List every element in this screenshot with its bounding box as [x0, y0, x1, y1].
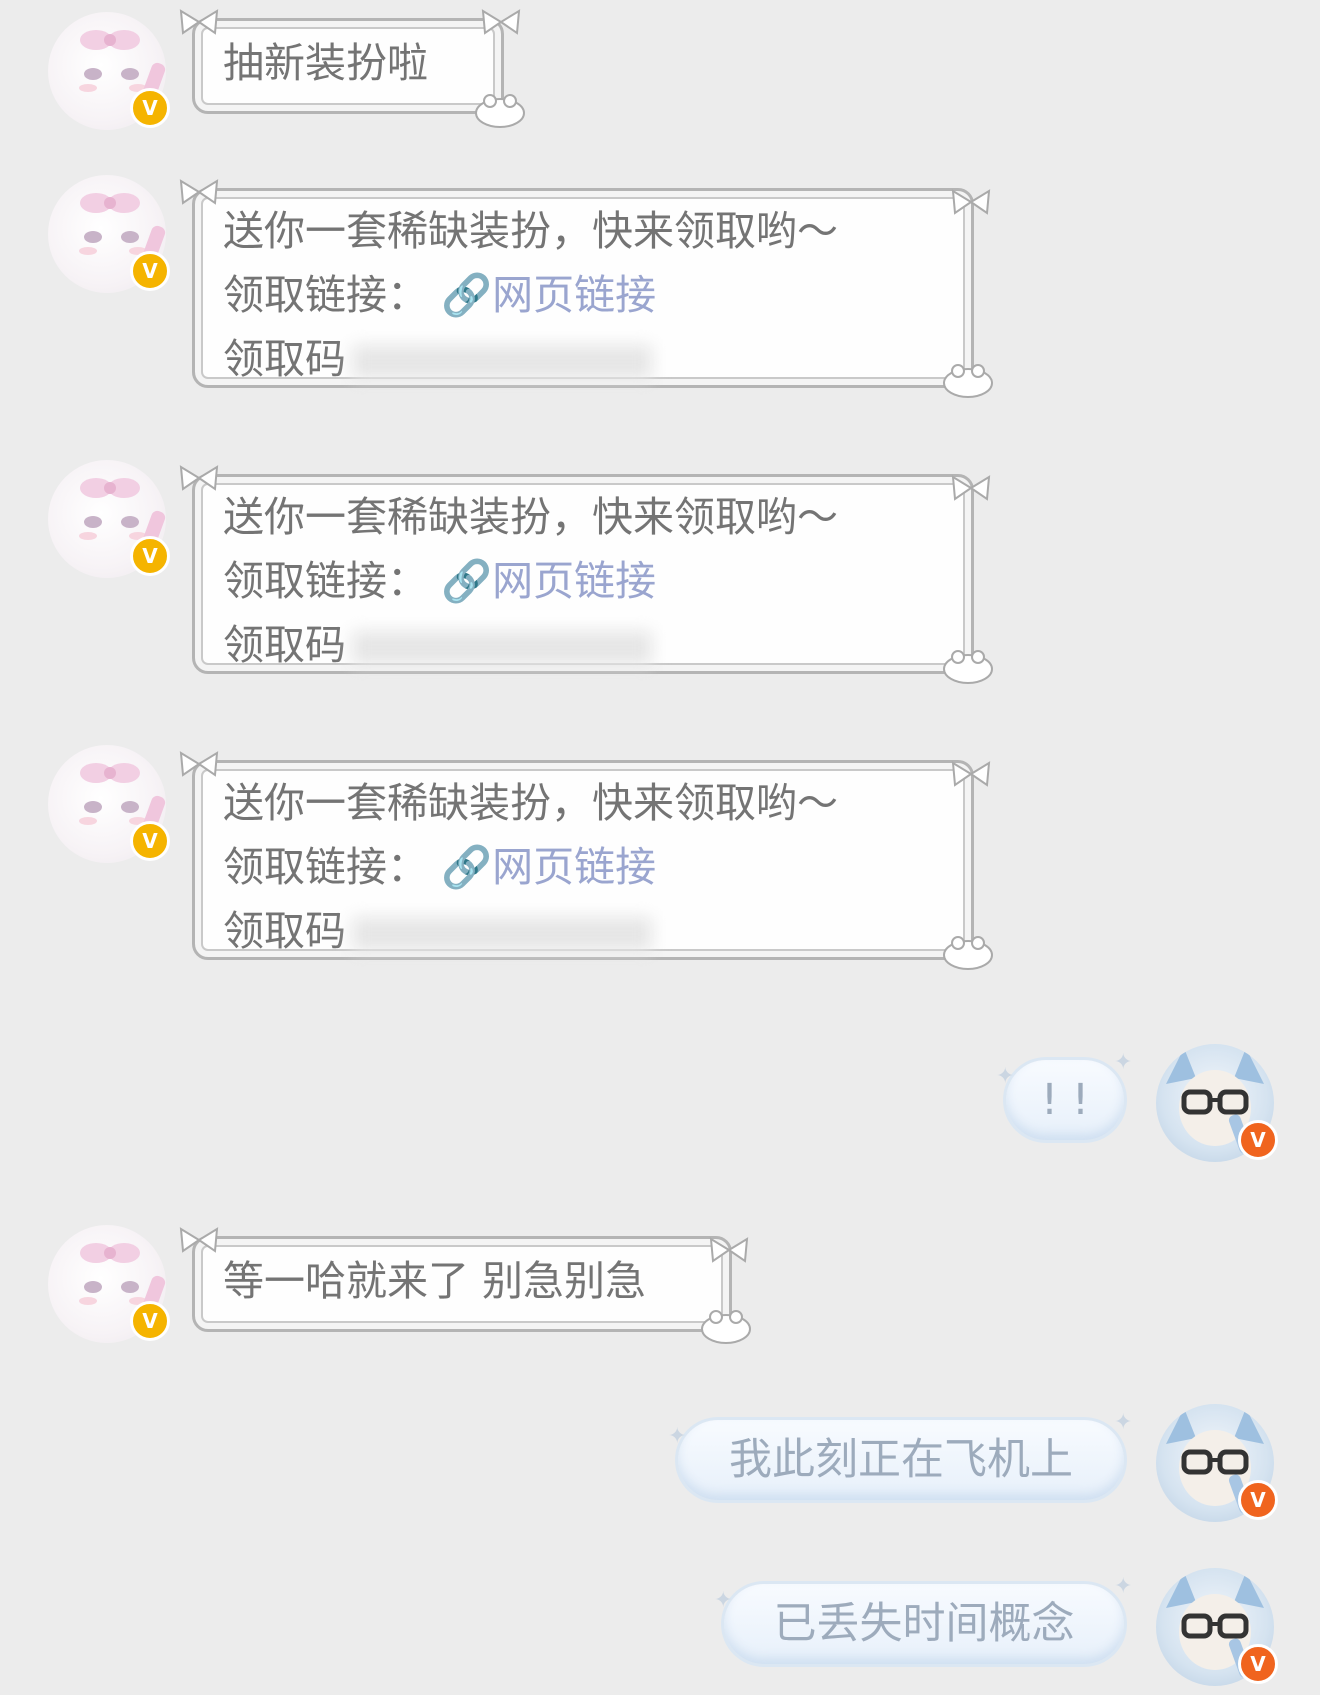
- web-link[interactable]: 🔗网页链接: [441, 557, 656, 605]
- link-icon: 🔗: [441, 271, 493, 319]
- message-text: 等一哈就来了 别急别急: [223, 1257, 647, 1305]
- verified-badge-icon: V: [1238, 1480, 1278, 1520]
- message-bubble[interactable]: 送你一套稀缺装扮，快来领取哟～ 领取链接： 🔗网页链接 领取码: [179, 465, 993, 684]
- message-text: 领取链接： 🔗网页链接: [223, 835, 933, 899]
- message-bubble[interactable]: 送你一套稀缺装扮，快来领取哟～ 领取链接： 🔗网页链接 领取码: [179, 179, 993, 398]
- verified-badge-icon: V: [130, 88, 170, 128]
- web-link[interactable]: 🔗网页链接: [441, 843, 656, 891]
- link-label: 网页链接: [492, 843, 657, 891]
- verified-badge-icon: V: [130, 251, 170, 291]
- web-link[interactable]: 🔗网页链接: [441, 271, 656, 319]
- sparkle-icon: ✦: [1114, 1574, 1133, 1599]
- message-text: 我此刻正在飞机上: [729, 1435, 1073, 1485]
- bow-decoration-icon: [481, 9, 521, 35]
- contact-avatar[interactable]: V: [48, 1225, 170, 1343]
- contact-avatar[interactable]: V: [48, 745, 170, 863]
- frog-decoration-icon: [943, 936, 993, 970]
- self-avatar[interactable]: V: [1156, 1404, 1278, 1522]
- verified-badge-icon: V: [1238, 1120, 1278, 1160]
- bow-decoration-icon: [709, 1237, 749, 1263]
- sparkle-icon: ✦: [668, 1424, 687, 1449]
- verified-badge-icon: V: [130, 821, 170, 861]
- message-bubble[interactable]: 已丢失时间概念: [724, 1584, 1124, 1664]
- bow-decoration-icon: [179, 465, 219, 491]
- message-bubble[interactable]: 送你一套稀缺装扮，快来领取哟～ 领取链接： 🔗网页链接 领取码: [179, 751, 993, 970]
- bow-decoration-icon: [179, 1227, 219, 1253]
- self-avatar[interactable]: V: [1156, 1044, 1278, 1162]
- code-prefix: 领取码: [223, 621, 346, 669]
- bow-decoration-icon: [951, 189, 991, 215]
- sparkle-icon: ✦: [996, 1064, 1015, 1089]
- message-text: 领取码: [223, 327, 933, 391]
- link-label: 网页链接: [492, 271, 657, 319]
- contact-avatar[interactable]: V: [48, 12, 170, 130]
- link-icon: 🔗: [441, 557, 493, 605]
- bow-decoration-icon: [179, 9, 219, 35]
- redacted-code: [352, 631, 652, 665]
- code-prefix: 领取码: [223, 335, 346, 383]
- sparkle-icon: ✦: [714, 1588, 733, 1613]
- message-text: 送你一套稀缺装扮，快来领取哟～: [223, 207, 838, 255]
- bow-decoration-icon: [951, 475, 991, 501]
- link-prefix: 领取链接：: [223, 271, 428, 319]
- link-label: 网页链接: [492, 557, 657, 605]
- bow-decoration-icon: [179, 179, 219, 205]
- verified-badge-icon: V: [130, 1301, 170, 1341]
- sparkle-icon: ✦: [1114, 1050, 1133, 1075]
- message-bubble[interactable]: 我此刻正在飞机上: [678, 1420, 1124, 1500]
- redacted-code: [352, 917, 652, 951]
- message-text: ! !: [1040, 1075, 1090, 1125]
- frog-decoration-icon: [701, 1310, 751, 1344]
- self-avatar[interactable]: V: [1156, 1568, 1278, 1686]
- link-prefix: 领取链接：: [223, 557, 428, 605]
- message-text: 领取码: [223, 613, 933, 677]
- sparkle-icon: ✦: [1114, 1410, 1133, 1435]
- link-icon: 🔗: [441, 843, 493, 891]
- frog-decoration-icon: [475, 94, 525, 128]
- message-text: 抽新装扮啦: [223, 39, 428, 87]
- frog-decoration-icon: [943, 650, 993, 684]
- message-bubble[interactable]: 抽新装扮啦: [179, 9, 525, 128]
- contact-avatar[interactable]: V: [48, 460, 170, 578]
- message-text: 送你一套稀缺装扮，快来领取哟～: [223, 493, 838, 541]
- message-text: 送你一套稀缺装扮，快来领取哟～: [223, 779, 838, 827]
- bow-decoration-icon: [179, 751, 219, 777]
- redacted-code: [352, 345, 652, 379]
- message-text: 领取码: [223, 899, 933, 963]
- message-bubble[interactable]: 等一哈就来了 别急别急: [179, 1227, 751, 1344]
- verified-badge-icon: V: [1238, 1644, 1278, 1684]
- message-text: 领取链接： 🔗网页链接: [223, 263, 933, 327]
- code-prefix: 领取码: [223, 907, 346, 955]
- message-text: 领取链接： 🔗网页链接: [223, 549, 933, 613]
- frog-decoration-icon: [943, 364, 993, 398]
- contact-avatar[interactable]: V: [48, 175, 170, 293]
- verified-badge-icon: V: [130, 536, 170, 576]
- bow-decoration-icon: [951, 761, 991, 787]
- message-bubble[interactable]: ! !: [1006, 1060, 1124, 1140]
- message-text: 已丢失时间概念: [773, 1599, 1075, 1649]
- link-prefix: 领取链接：: [223, 843, 428, 891]
